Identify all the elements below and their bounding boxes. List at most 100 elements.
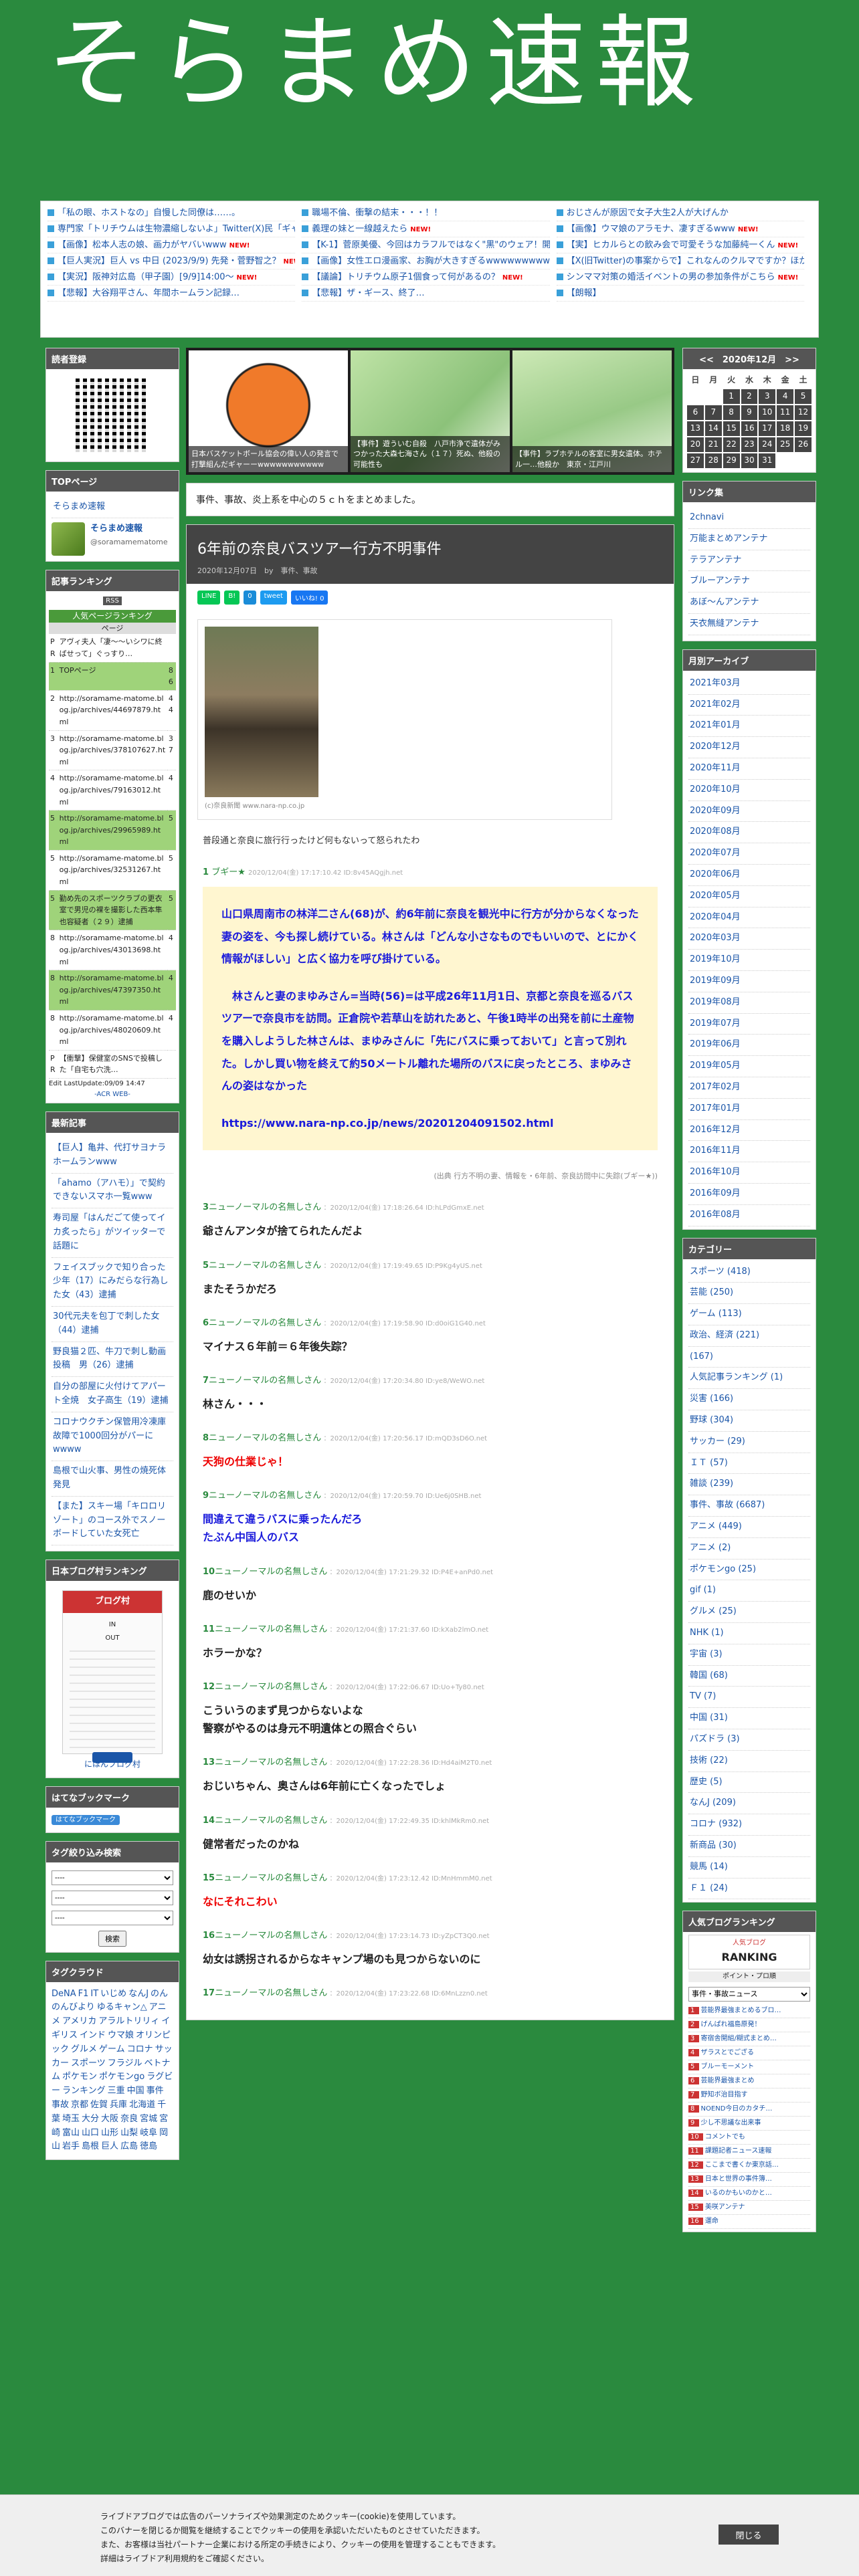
calendar-day[interactable]: 14 <box>704 421 722 436</box>
popular-blog-link[interactable]: 4 ザラスとでござる <box>688 2046 810 2060</box>
popular-blog-link[interactable]: 10 コメントでも <box>688 2131 810 2145</box>
tag-link[interactable]: コロナ <box>127 2044 153 2054</box>
ranking-link[interactable]: http://soramame-matome.blog.jp/archives/… <box>58 1010 167 1051</box>
archive-month-link[interactable]: 2019年09月 <box>688 971 810 992</box>
category-link[interactable]: ゲーム (113) <box>688 1304 810 1325</box>
calendar-day[interactable]: 6 <box>687 405 704 420</box>
cookie-close-button[interactable]: 閉じる <box>719 2525 779 2545</box>
ranking-link[interactable]: http://soramame-matome.blog.jp/archives/… <box>58 930 167 971</box>
tag-link[interactable]: 中国 <box>127 2086 145 2096</box>
blogmura-link[interactable]: にほんブログ村 <box>84 1759 140 1769</box>
tag-link[interactable]: スポーツ <box>71 2058 106 2068</box>
tag-link[interactable]: 大阪 <box>101 2114 118 2124</box>
ranking-link[interactable]: http://soramame-matome.blog.jp/archives/… <box>58 690 167 731</box>
antenna-item[interactable]: 【X(旧Twitter)の事案からで】これなんのクルマですか？ほかNEW! <box>556 253 804 270</box>
popular-blog-link[interactable]: 9 少し不思議な出来事 <box>688 2117 810 2131</box>
antenna-site-link[interactable]: 万能まとめアンテナ <box>688 529 810 550</box>
calendar-title[interactable]: << 2020年12月 >> <box>683 348 816 369</box>
archive-month-link[interactable]: 2019年07月 <box>688 1014 810 1035</box>
category-link[interactable]: アニメ (449) <box>688 1517 810 1538</box>
calendar-day[interactable]: 24 <box>759 437 776 452</box>
antenna-site-link[interactable]: ブルーアンテナ <box>688 571 810 593</box>
tag-link[interactable]: 広島 <box>120 2141 138 2151</box>
category-link[interactable]: 技術 (22) <box>688 1751 810 1772</box>
category-link[interactable]: サッカー (29) <box>688 1432 810 1453</box>
calendar-day[interactable]: 9 <box>741 405 758 420</box>
calendar-day[interactable]: 5 <box>795 389 812 404</box>
tag-link[interactable]: 北海道 <box>129 2100 155 2110</box>
tag-link[interactable]: アラルトリリィ <box>98 2016 159 2026</box>
calendar-day[interactable]: 31 <box>759 453 776 468</box>
archive-month-link[interactable]: 2020年07月 <box>688 843 810 865</box>
hatena-button[interactable]: はてなブックマーク <box>52 1814 120 1825</box>
ranking-row[interactable]: 5 http://soramame-matome.blog.jp/archives… <box>49 850 176 891</box>
category-link[interactable]: 野球 (304) <box>688 1410 810 1432</box>
category-link[interactable]: スポーツ (418) <box>688 1262 810 1283</box>
archive-month-link[interactable]: 2020年10月 <box>688 780 810 801</box>
tag-link[interactable]: いじめ <box>100 1989 126 1999</box>
calendar-day[interactable]: 25 <box>777 437 794 452</box>
tag-link[interactable]: 山梨 <box>120 2128 138 2138</box>
calendar-day[interactable]: 11 <box>777 405 794 420</box>
calendar-day[interactable]: 13 <box>687 421 704 436</box>
antenna-item[interactable]: おじさんが原因で女子大生2人が大げんか <box>556 205 804 221</box>
popular-blog-link[interactable]: 6 芸能界最強まとめ <box>688 2074 810 2088</box>
calendar-day[interactable]: 3 <box>759 389 776 404</box>
tag-link[interactable]: インド <box>80 2030 106 2040</box>
archive-month-link[interactable]: 2016年12月 <box>688 1120 810 1142</box>
tag-search-button[interactable]: 検索 <box>98 1930 126 1947</box>
antenna-item[interactable]: シンママ対策の婚活イベントの男の参加条件がこちら NEW! <box>556 270 804 286</box>
tag-link[interactable]: ゆるキャン△ <box>97 2002 147 2012</box>
popular-category-select[interactable]: 事件・事故ニュース <box>688 1987 810 2002</box>
calendar-day[interactable]: 1 <box>723 389 740 404</box>
archive-month-link[interactable]: 2020年08月 <box>688 822 810 844</box>
category-link[interactable]: パズドラ (3) <box>688 1729 810 1751</box>
calendar-day[interactable]: 12 <box>795 405 812 420</box>
category-link[interactable]: 政治、経済 (221) <box>688 1325 810 1347</box>
share-button[interactable]: LINE <box>197 591 221 605</box>
tag-link[interactable]: 京都 <box>71 2100 88 2110</box>
calendar-day[interactable]: 27 <box>687 453 704 468</box>
tag-link[interactable]: 埼玉 <box>62 2114 80 2124</box>
category-link[interactable]: gif (1) <box>688 1580 810 1602</box>
latest-article-link[interactable]: コロナウクチン保管用冷凍庫故障で1000回分がパーにwwww <box>52 1412 173 1462</box>
ranking-link[interactable]: http://soramame-matome.blog.jp/archives/… <box>58 770 167 811</box>
archive-month-link[interactable]: 2020年03月 <box>688 928 810 950</box>
tag-link[interactable]: 山形 <box>101 2128 118 2138</box>
latest-article-link[interactable]: 【また】スキー場「キロロリゾート」のコース外でスノーボードしていた女死亡 <box>52 1497 173 1546</box>
ranking-link[interactable]: http://soramame-matome.blog.jp/archives/… <box>58 810 167 851</box>
category-link[interactable]: (167) <box>688 1347 810 1368</box>
calendar-day[interactable]: 30 <box>741 453 758 468</box>
category-link[interactable]: 事件、事故 (6687) <box>688 1495 810 1517</box>
ranking-row[interactable]: 8 http://soramame-matome.blog.jp/archives… <box>49 1010 176 1051</box>
popular-blog-link[interactable]: 8 NOEND今日のカタチ… <box>688 2103 810 2117</box>
tag-link[interactable]: 兵庫 <box>110 2100 127 2110</box>
ranking-link[interactable]: 勤め先のスポーツクラブの更衣室で男児の裸を撮影した西本隼也容疑者（２９）逮捕 <box>58 890 167 931</box>
popular-blog-link[interactable]: 11 課題記者ニュース速報 <box>688 2145 810 2159</box>
archive-month-link[interactable]: 2016年08月 <box>688 1205 810 1226</box>
calendar-day[interactable]: 22 <box>723 437 740 452</box>
calendar-day[interactable]: 18 <box>777 421 794 436</box>
tag-link[interactable]: フラジル <box>108 2058 142 2068</box>
antenna-item[interactable]: 【実】ヒカルらとの飲み会で可愛そうな加藤純一くん NEW! <box>556 237 804 253</box>
antenna-item[interactable]: 【議論】トリチウム原子1個食って何があるの？ NEW! <box>302 270 550 286</box>
calendar-day[interactable]: 16 <box>741 421 758 436</box>
calendar-day[interactable]: 26 <box>795 437 812 452</box>
share-button[interactable]: tweet <box>260 591 287 605</box>
category-link[interactable]: アニメ (2) <box>688 1538 810 1560</box>
tag-select-1[interactable]: ---- <box>52 1870 173 1885</box>
ranking-row[interactable]: 2 http://soramame-matome.blog.jp/archives… <box>49 690 176 731</box>
antenna-item[interactable]: 【K-1】菅原美優、今回はカラフルではなく"黒"のウェア！開閉パス、笑顔でガッツ… <box>302 237 550 253</box>
popular-blog-link[interactable]: 5 ブルーモーメント <box>688 2060 810 2074</box>
archive-month-link[interactable]: 2019年08月 <box>688 992 810 1014</box>
latest-article-link[interactable]: 寿司屋「はんだごて使ってイカ炙ったら」がツイッターで話題に <box>52 1208 173 1258</box>
antenna-item[interactable]: 義理の妹と一線越えたら NEW! <box>302 221 550 237</box>
category-link[interactable]: 宇宙 (3) <box>688 1644 810 1666</box>
calendar-day[interactable]: 21 <box>704 437 722 452</box>
tag-link[interactable]: ポケモン <box>62 2072 97 2082</box>
tag-link[interactable]: 巨人 <box>101 2141 118 2151</box>
share-button[interactable]: 0 <box>244 591 256 605</box>
category-link[interactable]: 中国 (31) <box>688 1708 810 1730</box>
tag-link[interactable]: ランキング <box>62 2086 106 2096</box>
antenna-site-link[interactable]: テラアンテナ <box>688 550 810 572</box>
